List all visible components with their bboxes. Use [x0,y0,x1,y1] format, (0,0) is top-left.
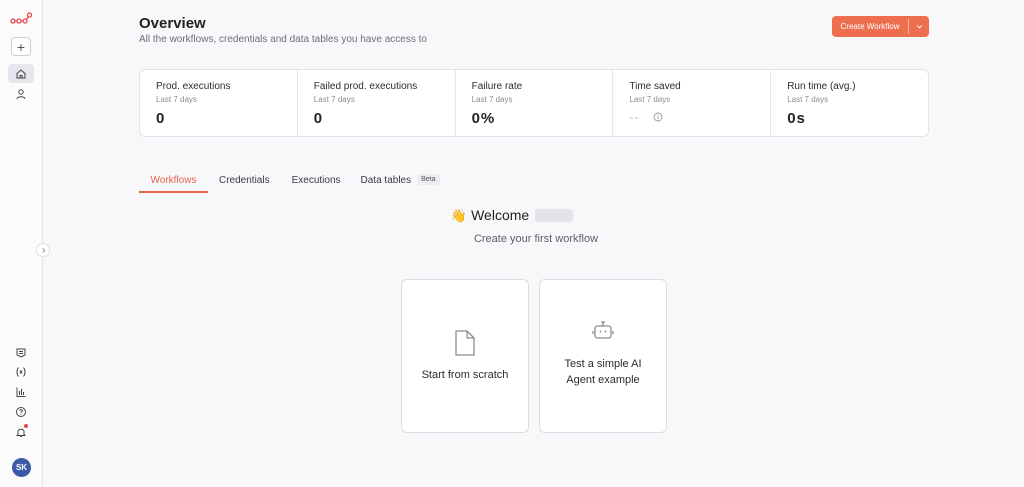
variables-icon [16,366,26,377]
sidebar-item-templates[interactable] [8,342,34,361]
help-icon [16,406,26,417]
notification-badge [24,424,28,428]
page-subtitle: All the workflows, credentials and data … [139,34,427,45]
chart-icon [16,387,26,397]
stat-value: 0 [156,110,166,127]
stat-value-row: -- [629,110,770,124]
stat-failed-executions[interactable]: Failed prod. executions Last 7 days 0 [298,70,456,136]
tab-workflows[interactable]: Workflows [139,170,208,193]
info-icon[interactable] [653,112,663,122]
n8n-logo-icon[interactable] [10,12,32,26]
wave-emoji: 👋 [450,208,468,223]
create-workflow-button[interactable]: Create Workflow [832,16,929,37]
templates-icon [16,348,26,358]
tab-credentials[interactable]: Credentials [209,170,280,193]
sidebar-item-insights[interactable] [8,382,34,401]
ai-agent-example-card[interactable]: Test a simple AI Agent example [539,279,667,433]
page-title: Overview [139,15,206,32]
tab-data-tables[interactable]: Data tables Beta [351,170,450,193]
chevron-right-icon [41,247,45,253]
stat-value: 0 [313,110,324,127]
stat-label: Time saved [629,81,681,92]
stat-period: Last 7 days [156,95,197,104]
stat-value: 0% [471,110,496,127]
add-button[interactable]: + [11,37,31,56]
welcome-text: Welcome [471,207,530,223]
stat-label: Prod. executions [156,81,231,92]
tab-executions[interactable]: Executions [282,170,351,193]
card-label: Start from scratch [421,369,509,381]
sidebar-item-help[interactable] [8,402,34,421]
stat-label: Run time (avg.) [787,81,856,92]
avatar[interactable]: SK [12,458,31,477]
stat-period: Last 7 days [313,95,355,104]
tab-label: Data tables [360,175,412,186]
create-workflow-label[interactable]: Create Workflow [832,16,908,37]
create-dropdown-button[interactable] [909,16,929,37]
welcome-subtitle: Create your first workflow [473,233,599,245]
stat-value: 0s [787,110,806,127]
card-label: Test a simple AI Agent example [564,358,642,386]
home-icon [16,68,26,78]
file-icon [455,330,475,356]
user-icon [16,88,26,99]
sidebar-item-variables[interactable] [8,362,34,381]
welcome-heading: 👋 Welcome [0,207,1024,224]
sidebar-item-notifications[interactable] [8,422,34,441]
stat-prod-executions[interactable]: Prod. executions Last 7 days 0 [140,70,298,136]
tab-bar: Workflows Credentials Executions Data ta… [139,170,450,194]
beta-badge: Beta [417,174,440,185]
stat-label: Failure rate [471,81,523,92]
sidebar-item-home[interactable] [8,64,34,83]
stat-failure-rate[interactable]: Failure rate Last 7 days 0% [456,70,614,136]
stat-period: Last 7 days [629,95,671,104]
tab-label: Executions [291,175,341,186]
stats-panel: Prod. executions Last 7 days 0 Failed pr… [139,69,929,137]
redacted-user-name [535,209,574,222]
chevron-down-icon [916,25,922,29]
sidebar-collapse-button[interactable] [36,243,50,257]
start-from-scratch-card[interactable]: Start from scratch [401,279,529,433]
stat-period: Last 7 days [471,95,513,104]
stat-time-saved[interactable]: Time saved Last 7 days -- [613,70,772,136]
stat-value: -- [629,110,640,124]
stat-run-time[interactable]: Run time (avg.) Last 7 days 0s [771,70,928,136]
robot-icon [592,321,614,339]
sidebar-item-personal[interactable] [8,84,34,103]
tab-label: Credentials [219,175,270,186]
tab-label: Workflows [150,175,197,186]
stat-label: Failed prod. executions [313,81,418,92]
stat-period: Last 7 days [787,95,829,104]
